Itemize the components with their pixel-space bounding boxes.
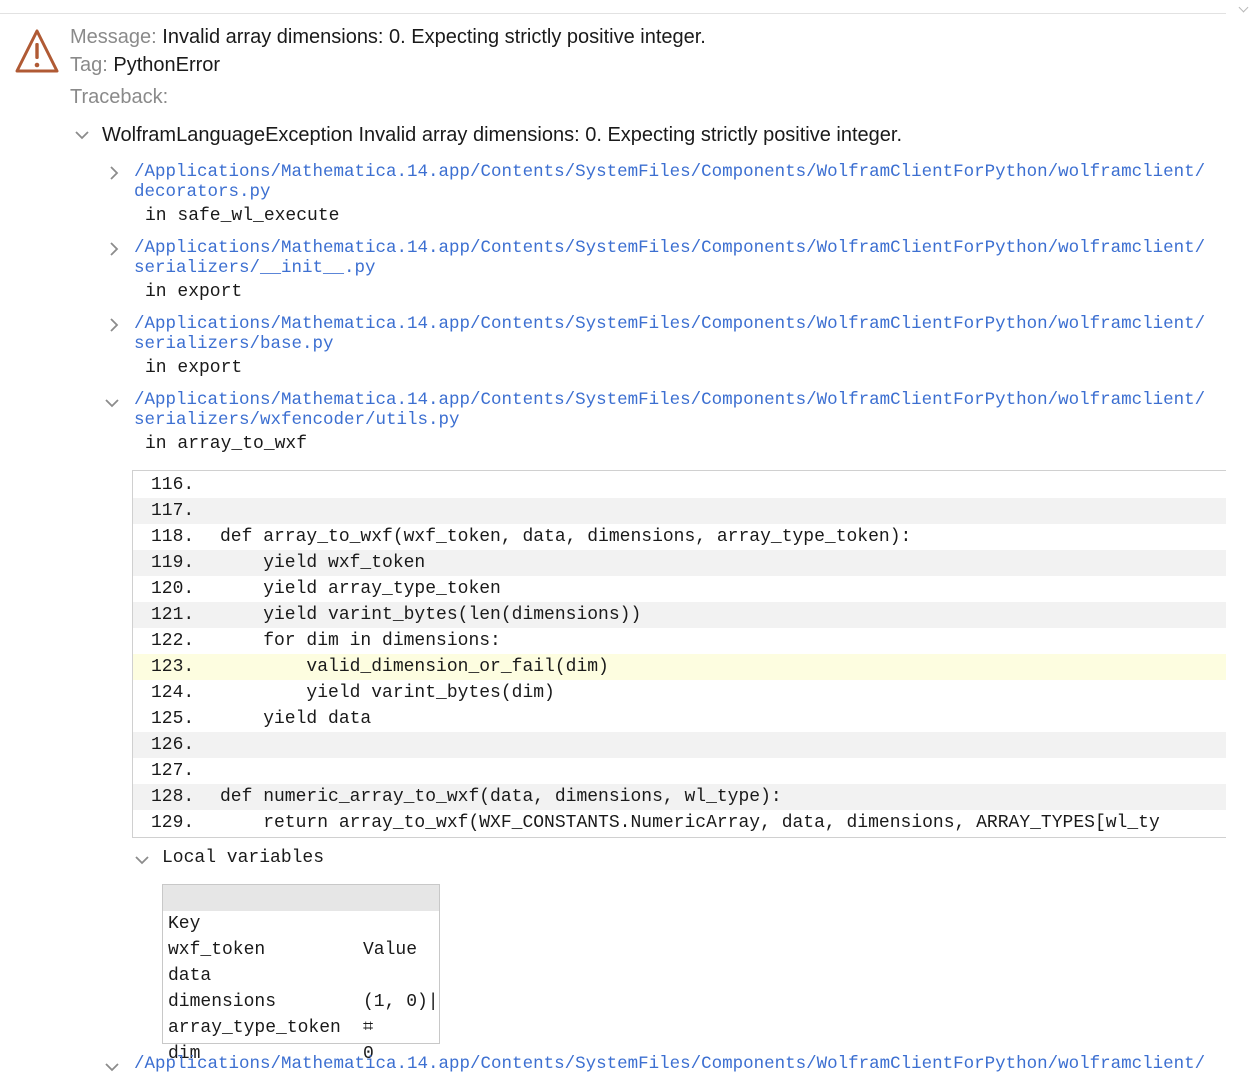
code-line: 127.: [151, 761, 195, 781]
message-value: Invalid array dimensions: 0. Expecting s…: [162, 26, 706, 48]
frame-0-path-file[interactable]: decorators.py: [134, 182, 271, 202]
message-label: Message:: [70, 26, 157, 48]
tag-label: Tag:: [70, 54, 108, 76]
code-line: 125. yield data: [151, 709, 372, 729]
frame-0-function: in safe_wl_execute: [145, 206, 340, 226]
frame-1-path-file[interactable]: serializers/__init__.py: [134, 258, 376, 278]
frame-1-function: in export: [145, 282, 243, 302]
code-line: 120. yield array_type_token: [151, 579, 501, 599]
code-line: 126.: [133, 732, 1226, 758]
frame-3-path-file[interactable]: serializers/wxfencoder/utils.py: [134, 410, 460, 430]
chevron-down-icon: [105, 1063, 119, 1072]
message-line: Message: Invalid array dimensions: 0. Ex…: [70, 25, 706, 49]
frame-1-path[interactable]: /Applications/Mathematica.14.app/Content…: [134, 238, 1205, 258]
exception-toggle[interactable]: [74, 127, 90, 143]
code-line: 129. return array_to_wxf(WXF_CONSTANTS.N…: [151, 813, 1160, 833]
code-line-highlighted: 123. valid_dimension_or_fail(dim): [133, 654, 1226, 680]
code-line: 128. def numeric_array_to_wxf(data, dimen…: [133, 784, 1226, 810]
table-row: dimensions (1, 0)|: [168, 992, 439, 1012]
table-row: dim 0: [168, 1044, 374, 1064]
local-variables-table: Key Value wxf_token data dimensions (1, 0…: [162, 884, 440, 1064]
code-line: 116.: [151, 475, 195, 495]
local-variables-toggle[interactable]: [134, 852, 150, 868]
code-line: 119. yield wxf_token: [133, 550, 1226, 576]
frame-0-toggle[interactable]: [106, 165, 122, 181]
code-line: 117.: [133, 498, 1226, 524]
frame-4-toggle[interactable]: [104, 1059, 120, 1075]
frame-3-toggle[interactable]: [104, 395, 120, 411]
table-header: Key Value: [163, 885, 439, 960]
exception-title: WolframLanguageException Invalid array d…: [102, 124, 903, 146]
chevron-right-icon: [110, 242, 119, 256]
frame-2-path-file[interactable]: serializers/base.py: [134, 334, 334, 354]
traceback-label: Traceback:: [70, 86, 169, 108]
frame-2-path[interactable]: /Applications/Mathematica.14.app/Content…: [134, 314, 1205, 334]
tag-value: PythonError: [113, 54, 221, 76]
tag-line: Tag: PythonError: [70, 53, 220, 77]
chevron-down-icon: [75, 131, 89, 140]
table-row: array_type_token ⌗: [168, 1018, 374, 1038]
code-line: 122. for dim in dimensions:: [151, 631, 501, 651]
frame-2-function: in export: [145, 358, 243, 378]
local-variables-label: Local variables: [162, 848, 325, 868]
traceback-line: Traceback:: [70, 85, 168, 109]
frame-1-toggle[interactable]: [106, 241, 122, 257]
code-line: 124. yield varint_bytes(dim): [151, 683, 555, 703]
chevron-right-icon: [110, 318, 119, 332]
chevron-down-icon: [135, 856, 149, 865]
scroll-chevron-icon[interactable]: [1238, 2, 1249, 13]
code-line: 121. yield varint_bytes(len(dimensions)): [133, 602, 1226, 628]
frame-3-path[interactable]: /Applications/Mathematica.14.app/Content…: [134, 390, 1205, 410]
source-code-view[interactable]: 116. 117. 118. def array_to_wxf(wxf_token…: [132, 470, 1226, 838]
frame-0-path[interactable]: /Applications/Mathematica.14.app/Content…: [134, 162, 1205, 182]
error-report: Message: Invalid array dimensions: 0. Ex…: [0, 0, 1226, 1078]
warning-triangle-icon: [15, 29, 59, 73]
chevron-down-icon: [105, 399, 119, 408]
frame-4-path[interactable]: /Applications/Mathematica.14.app/Content…: [134, 1054, 1205, 1074]
table-row: wxf_token: [168, 940, 266, 960]
chevron-right-icon: [110, 166, 119, 180]
table-row: data: [168, 966, 212, 986]
code-line: 118. def array_to_wxf(wxf_token, data, di…: [151, 527, 912, 547]
frame-3-function: in array_to_wxf: [145, 434, 308, 454]
frame-2-toggle[interactable]: [106, 317, 122, 333]
